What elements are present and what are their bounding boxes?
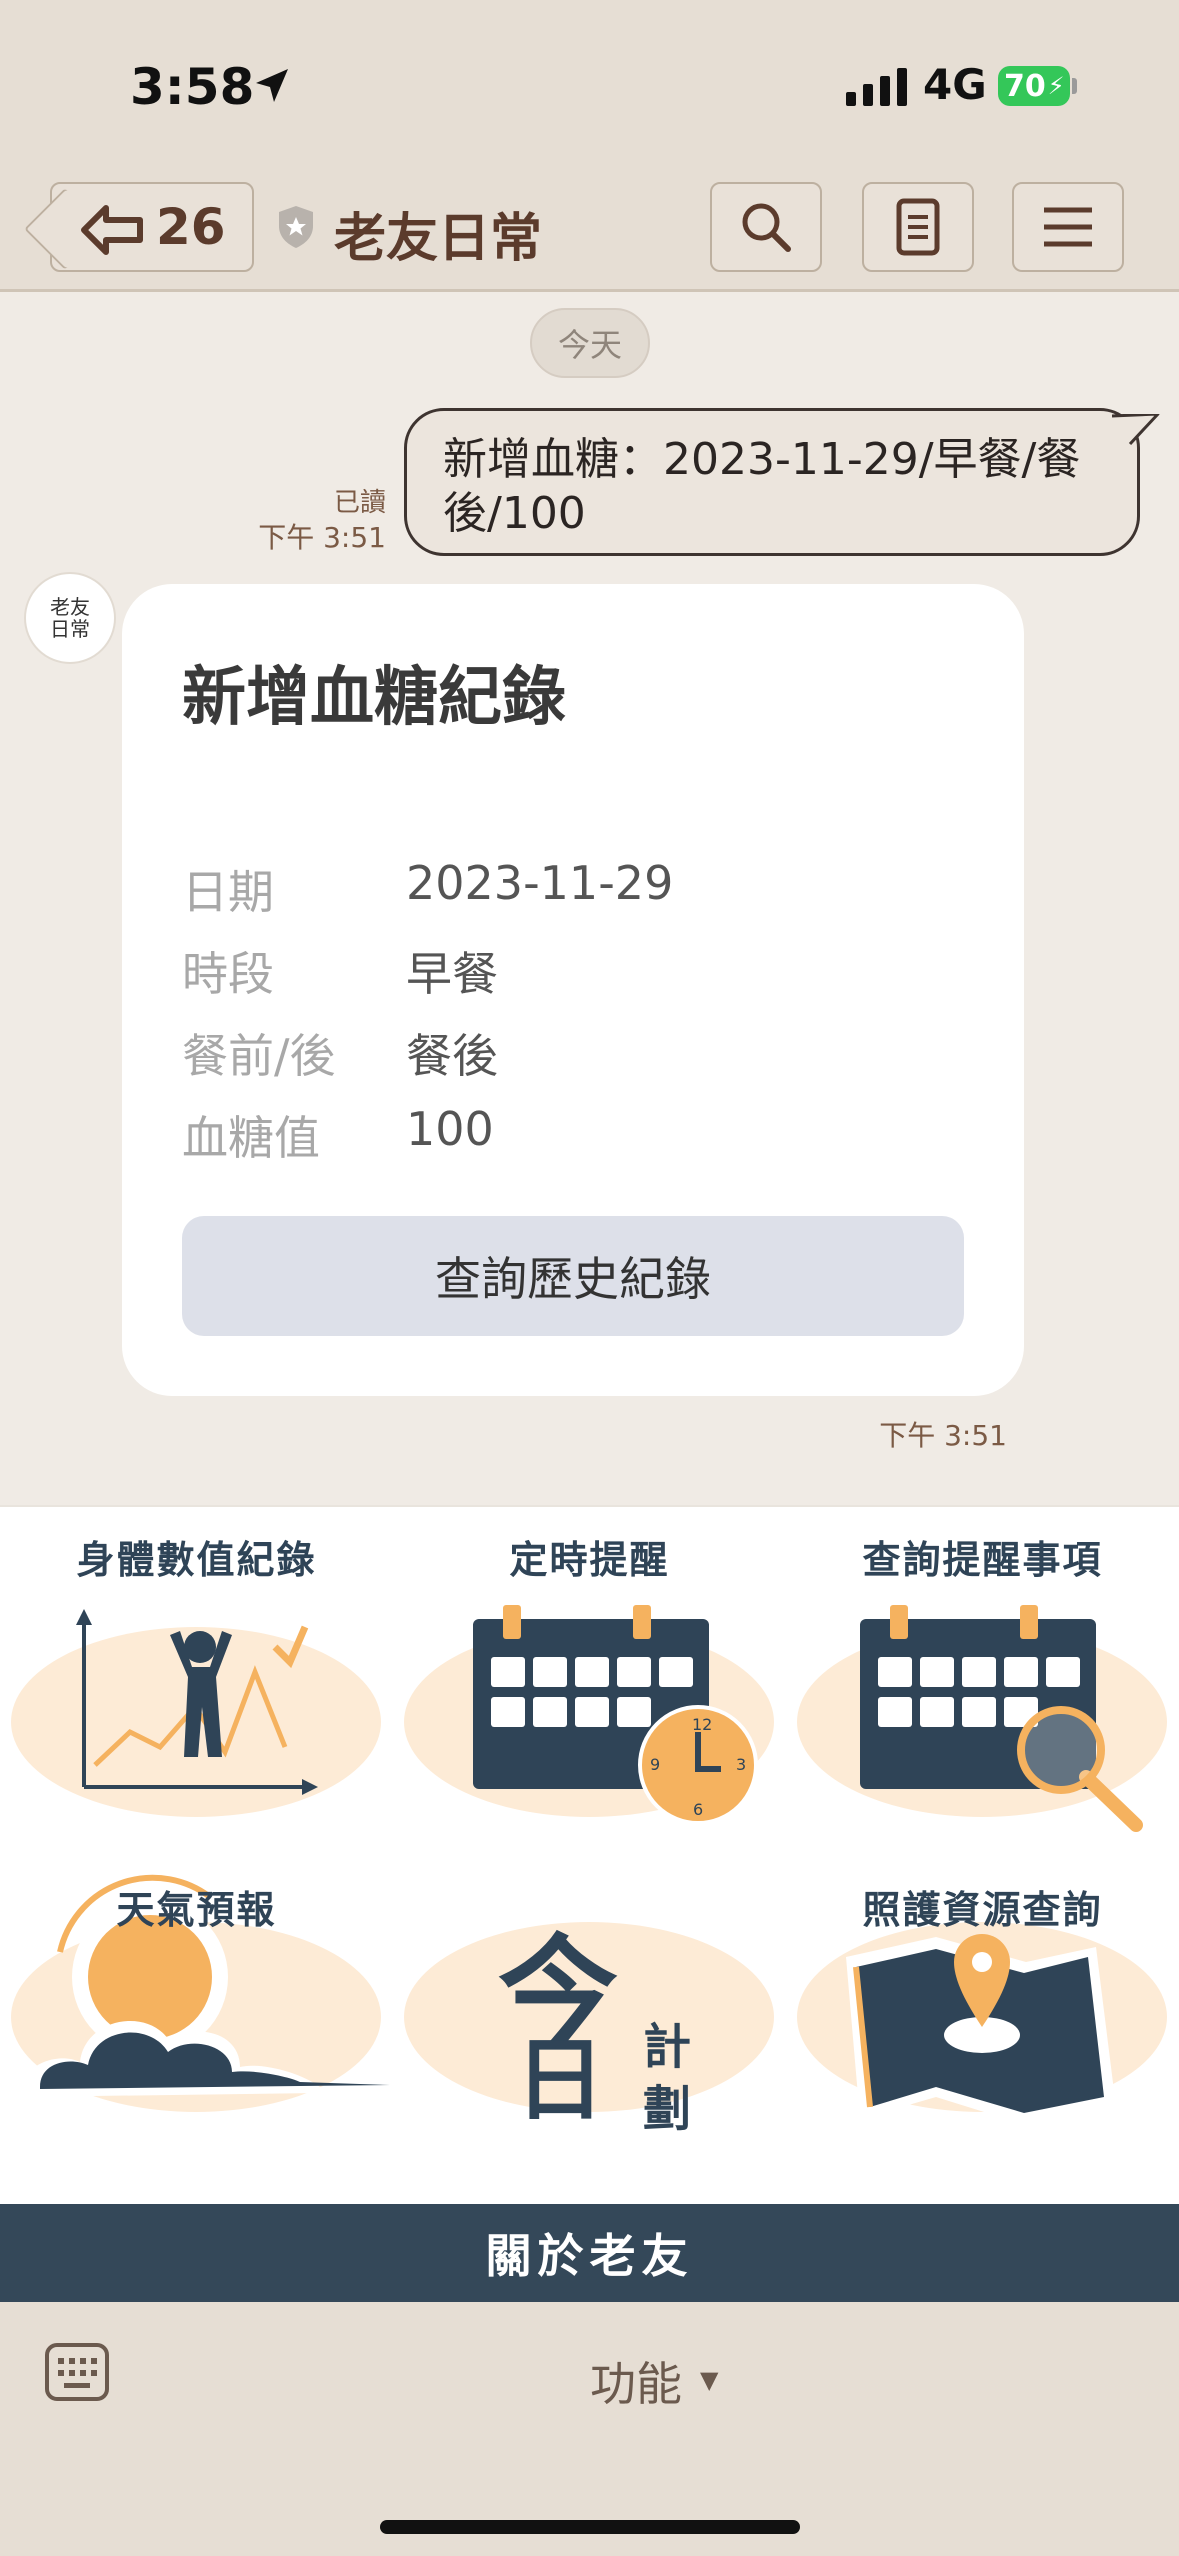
- hamburger-menu-icon: [1044, 207, 1092, 247]
- caret-down-icon[interactable]: ▼: [700, 2366, 718, 2394]
- menu-query-reminders[interactable]: 查詢提醒事項: [786, 1507, 1179, 1857]
- bot-avatar[interactable]: 老友日常: [24, 572, 116, 664]
- home-indicator: [380, 2520, 800, 2534]
- rich-menu: 身體數值紀錄 12 3 6 9 定時提醒 查詢提醒事項 天氣預報 今 日 計 劃…: [0, 1505, 1179, 2204]
- today-plan-char-2: 日: [515, 2027, 605, 2133]
- blood-sugar-record-card: 新增血糖紀錄 日期 2023-11-29 時段 早餐 餐前/後 餐後 血糖值 1…: [122, 584, 1024, 1396]
- today-plan-char-3: 計: [643, 2019, 692, 2075]
- menu-today-plan[interactable]: 今 日 計 劃: [393, 1857, 786, 2207]
- field-label-meal: 餐前/後: [182, 1029, 336, 1083]
- svg-text:3: 3: [736, 1755, 746, 1774]
- menu-body-records[interactable]: 身體數值紀錄: [0, 1507, 393, 1857]
- keyboard-icon[interactable]: [44, 2342, 110, 2402]
- field-value-date: 2023-11-29: [406, 856, 674, 910]
- status-time: 3:58: [130, 58, 255, 116]
- location-arrow-icon: [256, 69, 288, 102]
- field-value-meal: 餐後: [406, 1029, 498, 1083]
- network-type: 4G: [923, 60, 987, 109]
- menu-label-query-reminders: 查詢提醒事項: [862, 1537, 1103, 1582]
- query-history-button[interactable]: 查詢歷史紀錄: [182, 1216, 964, 1336]
- unread-count: 26: [156, 198, 226, 256]
- menu-weather[interactable]: 天氣預報: [0, 1857, 393, 2207]
- bubble-tail: [1112, 414, 1160, 454]
- sent-message-bubble[interactable]: 新增血糖：2023-11-29/早餐/餐後/100: [404, 408, 1140, 556]
- read-receipt: 已讀: [333, 488, 386, 518]
- about-button[interactable]: 關於老友: [0, 2204, 1179, 2302]
- bot-avatar-text: 老友日常: [50, 595, 90, 641]
- back-arrow-icon: [81, 205, 143, 255]
- shield-icon: [279, 206, 313, 248]
- field-label-glucose: 血糖值: [182, 1111, 320, 1165]
- rich-menu-toggle[interactable]: 功能: [590, 2348, 682, 2414]
- battery-cap: [1072, 78, 1077, 94]
- menu-button[interactable]: [1012, 182, 1124, 272]
- date-divider: 今天: [530, 308, 650, 378]
- chat-title: 老友日常: [334, 209, 543, 269]
- search-button[interactable]: [710, 182, 822, 272]
- battery-icon: 70 ⚡: [998, 66, 1070, 106]
- top-bar: 3:58 4G 70 ⚡ 26 老友日常: [0, 0, 1179, 292]
- field-value-glucose: 100: [406, 1102, 494, 1156]
- svg-text:12: 12: [692, 1715, 712, 1734]
- cellular-signal-icon: [846, 68, 907, 106]
- back-button[interactable]: 26: [50, 182, 254, 272]
- menu-scheduled-reminder[interactable]: 12 3 6 9 定時提醒: [393, 1507, 786, 1857]
- sent-message-time: 下午 3:51: [258, 521, 386, 554]
- svg-text:6: 6: [693, 1800, 703, 1819]
- sent-message-text: 新增血糖：2023-11-29/早餐/餐後/100: [443, 434, 1081, 539]
- today-plan-char-4: 劃: [643, 2081, 692, 2137]
- note-icon: [896, 198, 940, 256]
- bottom-bar: 功能 ▼: [0, 2302, 1179, 2556]
- menu-label-scheduled-reminder: 定時提醒: [509, 1537, 670, 1582]
- field-label-date: 日期: [182, 865, 274, 919]
- field-value-period: 早餐: [406, 947, 498, 1001]
- card-message-time: 下午 3:51: [879, 1419, 1007, 1452]
- menu-label-weather: 天氣預報: [116, 1887, 277, 1932]
- about-label: 關於老友: [485, 2229, 694, 2283]
- search-icon: [742, 203, 791, 252]
- menu-label-body-records: 身體數值紀錄: [76, 1537, 317, 1582]
- card-title: 新增血糖紀錄: [182, 661, 566, 735]
- notes-button[interactable]: [862, 182, 974, 272]
- menu-care-resources[interactable]: 照護資源查詢: [786, 1857, 1179, 2207]
- svg-text:9: 9: [650, 1755, 660, 1774]
- menu-label-care-resources: 照護資源查詢: [862, 1887, 1103, 1932]
- battery-level: 70: [1004, 68, 1046, 104]
- field-label-period: 時段: [182, 947, 274, 1001]
